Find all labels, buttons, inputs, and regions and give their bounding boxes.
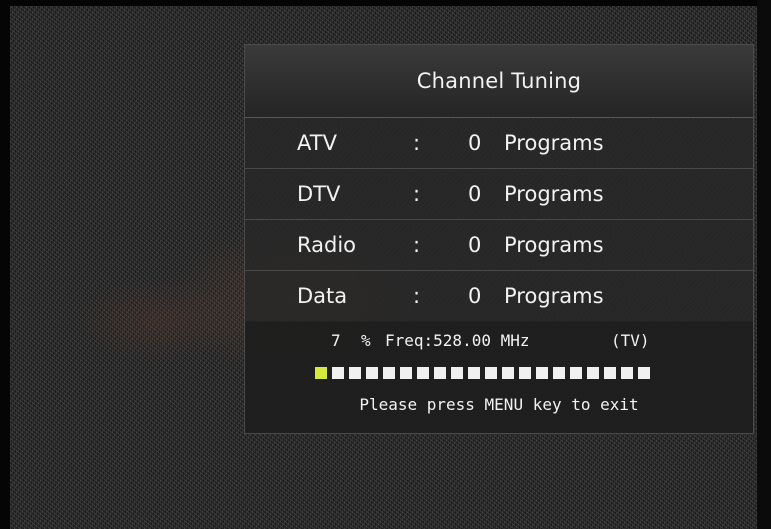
progress-segment-empty: [383, 367, 395, 379]
progress-segment-empty: [570, 367, 582, 379]
progress-segment-empty: [366, 367, 378, 379]
program-row-data: Data : 0 Programs: [245, 271, 753, 322]
row-unit: Programs: [504, 182, 604, 206]
row-label: DTV: [297, 182, 341, 206]
scan-progress-bar: [315, 367, 650, 379]
progress-segment-empty: [519, 367, 531, 379]
row-count: 0: [468, 284, 482, 308]
progress-segment-empty: [485, 367, 497, 379]
row-unit: Programs: [504, 233, 604, 257]
row-count: 0: [468, 233, 482, 257]
progress-segment-empty: [349, 367, 361, 379]
program-row-dtv: DTV : 0 Programs: [245, 169, 753, 220]
progress-percent: 7: [331, 331, 341, 350]
tv-bezel-top: [0, 0, 771, 6]
progress-segment-empty: [553, 367, 565, 379]
row-separator: :: [413, 233, 421, 257]
tuning-frequency: Freq:528.00 MHz: [385, 331, 530, 350]
progress-segment-empty: [434, 367, 446, 379]
progress-segment-empty: [468, 367, 480, 379]
row-separator: :: [413, 131, 421, 155]
progress-segment-filled: [315, 367, 327, 379]
progress-segment-empty: [502, 367, 514, 379]
progress-segment-empty: [417, 367, 429, 379]
row-unit: Programs: [504, 131, 604, 155]
row-count: 0: [468, 131, 482, 155]
scan-status-line: 7 % Freq:528.00 MHz (TV): [245, 331, 753, 355]
dialog-title: Channel Tuning: [245, 45, 753, 118]
channel-tuning-dialog: Channel Tuning ATV : 0 Programs DTV : 0 …: [244, 44, 754, 434]
program-row-radio: Radio : 0 Programs: [245, 220, 753, 271]
signal-mode: (TV): [611, 331, 650, 350]
row-label: Radio: [297, 233, 357, 257]
progress-segment-empty: [400, 367, 412, 379]
progress-segment-empty: [451, 367, 463, 379]
tv-bezel-left: [0, 0, 10, 529]
progress-segment-empty: [604, 367, 616, 379]
tv-bezel-right: [757, 0, 771, 529]
progress-percent-sign: %: [361, 331, 371, 350]
row-unit: Programs: [504, 284, 604, 308]
progress-segment-empty: [536, 367, 548, 379]
row-separator: :: [413, 182, 421, 206]
row-separator: :: [413, 284, 421, 308]
progress-segment-empty: [332, 367, 344, 379]
progress-segment-empty: [587, 367, 599, 379]
row-count: 0: [468, 182, 482, 206]
exit-hint: Please press MENU key to exit: [359, 395, 639, 414]
program-row-atv: ATV : 0 Programs: [245, 118, 753, 169]
row-label: ATV: [297, 131, 337, 155]
scan-progress-panel: 7 % Freq:528.00 MHz (TV) Please press ME…: [245, 321, 753, 433]
progress-segment-empty: [621, 367, 633, 379]
row-label: Data: [297, 284, 348, 308]
progress-segment-empty: [638, 367, 650, 379]
